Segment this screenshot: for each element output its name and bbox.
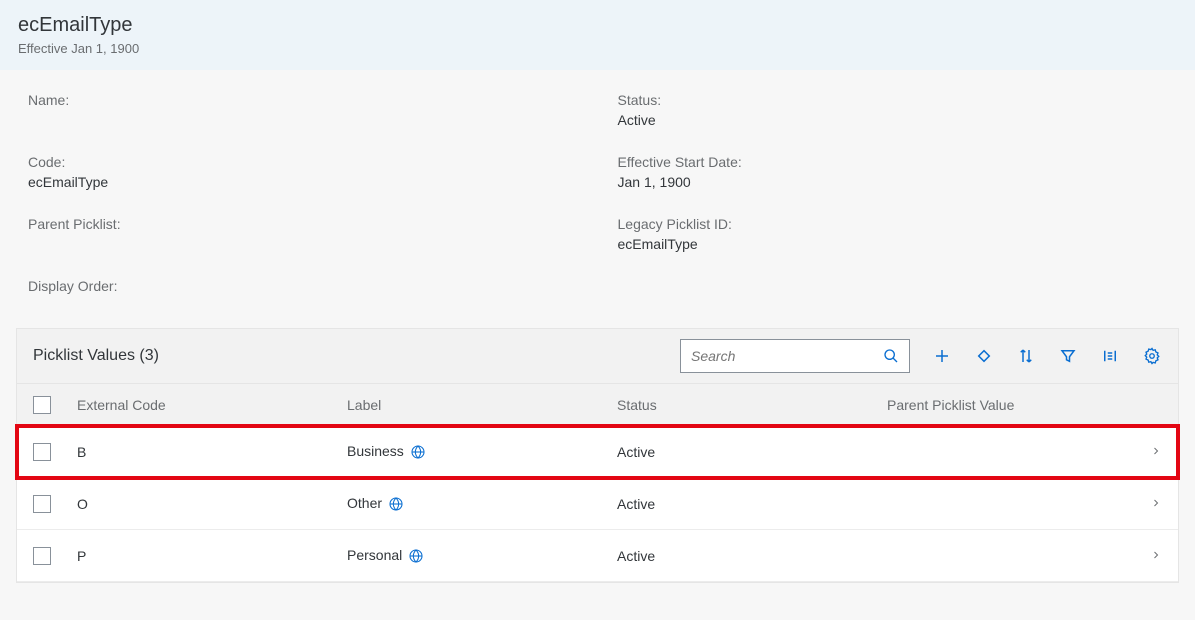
detail-effective-start-label: Effective Start Date:	[618, 154, 1168, 170]
table-header-row: External Code Label Status Parent Pickli…	[17, 384, 1178, 426]
detail-legacy-id-value: ecEmailType	[618, 236, 1168, 252]
col-parent: Parent Picklist Value	[887, 397, 1132, 413]
detail-effective-start: Effective Start Date: Jan 1, 1900	[618, 154, 1168, 190]
detail-section: Name: Status: Active Code: ecEmailType E…	[0, 70, 1195, 328]
detail-code-label: Code:	[28, 154, 578, 170]
detail-status-label: Status:	[618, 92, 1168, 108]
search-icon[interactable]	[881, 346, 901, 366]
row-checkbox[interactable]	[33, 443, 51, 461]
globe-icon[interactable]	[410, 444, 426, 460]
col-label: Label	[347, 397, 617, 413]
detail-name-label: Name:	[28, 92, 578, 108]
chevron-right-icon[interactable]	[1150, 496, 1162, 512]
col-external-code: External Code	[77, 397, 347, 413]
add-icon[interactable]	[932, 346, 952, 366]
detail-status: Status: Active	[618, 92, 1168, 128]
page-title: ecEmailType	[18, 14, 1177, 37]
search-box[interactable]	[680, 339, 910, 373]
details-icon[interactable]	[1100, 346, 1120, 366]
cell-label: Other	[347, 495, 617, 512]
chevron-right-icon[interactable]	[1150, 444, 1162, 460]
select-all-checkbox[interactable]	[33, 396, 51, 414]
filter-icon[interactable]	[1058, 346, 1078, 366]
globe-icon[interactable]	[388, 496, 404, 512]
row-checkbox[interactable]	[33, 495, 51, 513]
sort-icon[interactable]	[1016, 346, 1036, 366]
table-row[interactable]: PPersonalActive	[17, 530, 1178, 582]
cell-status: Active	[617, 444, 887, 460]
detail-status-value: Active	[618, 112, 1168, 128]
table-row[interactable]: OOtherActive	[17, 478, 1178, 530]
diamond-icon[interactable]	[974, 346, 994, 366]
search-input[interactable]	[689, 347, 881, 365]
cell-external-code: O	[77, 496, 347, 512]
cell-status: Active	[617, 548, 887, 564]
detail-parent-picklist-label: Parent Picklist:	[28, 216, 578, 232]
detail-display-order: Display Order:	[28, 278, 578, 298]
table-title: Picklist Values (3)	[33, 347, 159, 365]
detail-legacy-id-label: Legacy Picklist ID:	[618, 216, 1168, 232]
detail-code-value: ecEmailType	[28, 174, 578, 190]
cell-status: Active	[617, 496, 887, 512]
row-checkbox[interactable]	[33, 547, 51, 565]
table-toolbar: Picklist Values (3)	[17, 329, 1178, 384]
detail-parent-picklist: Parent Picklist:	[28, 216, 578, 252]
cell-label: Personal	[347, 547, 617, 564]
page-subtitle: Effective Jan 1, 1900	[18, 41, 1177, 56]
detail-name: Name:	[28, 92, 578, 128]
cell-label: Business	[347, 443, 617, 460]
cell-external-code: P	[77, 548, 347, 564]
cell-external-code: B	[77, 444, 347, 460]
table-row[interactable]: BBusinessActive	[17, 426, 1178, 478]
globe-icon[interactable]	[408, 548, 424, 564]
detail-effective-start-value: Jan 1, 1900	[618, 174, 1168, 190]
detail-code: Code: ecEmailType	[28, 154, 578, 190]
page-header: ecEmailType Effective Jan 1, 1900	[0, 0, 1195, 70]
detail-display-order-label: Display Order:	[28, 278, 578, 294]
picklist-table: Picklist Values (3)	[16, 328, 1179, 583]
col-status: Status	[617, 397, 887, 413]
chevron-right-icon[interactable]	[1150, 548, 1162, 564]
detail-legacy-id: Legacy Picklist ID: ecEmailType	[618, 216, 1168, 252]
gear-icon[interactable]	[1142, 346, 1162, 366]
